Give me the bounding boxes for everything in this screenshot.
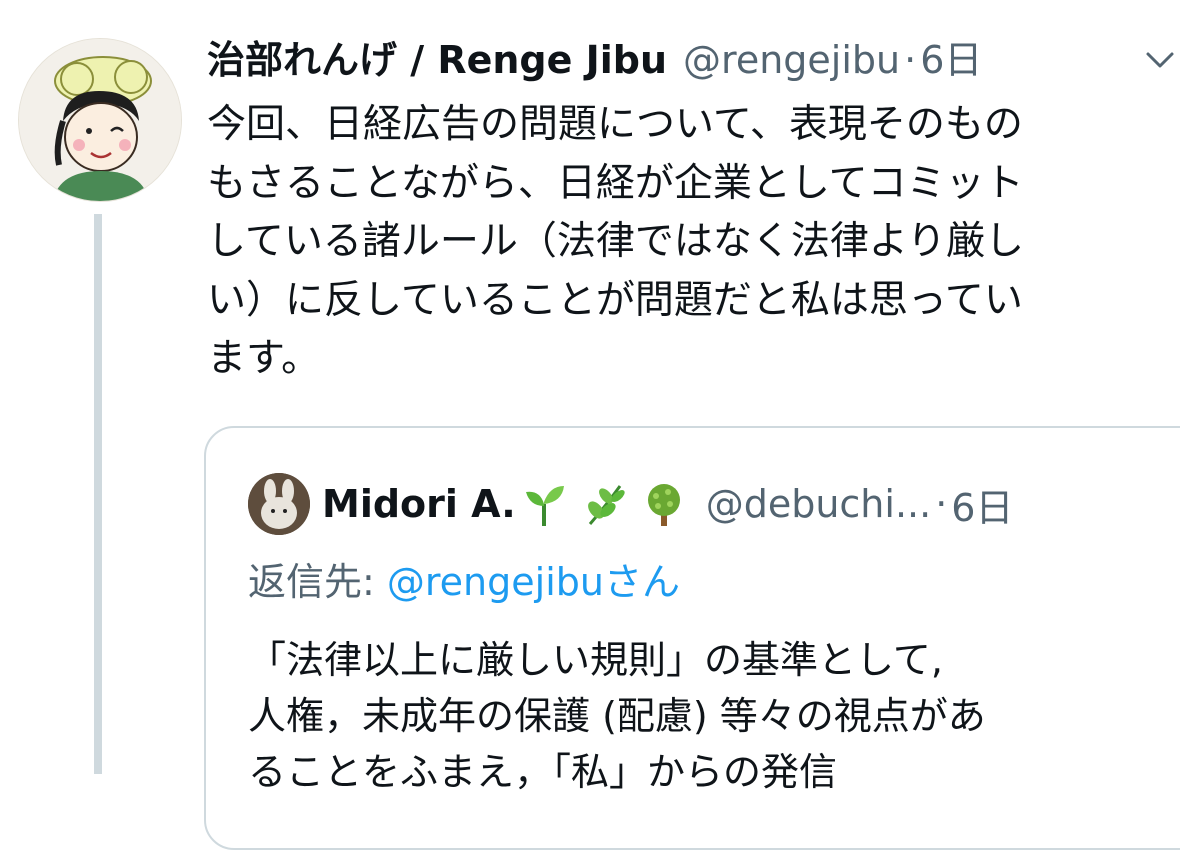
- avatar-drawing: [19, 39, 181, 201]
- tweet-text-line: ます。: [207, 336, 321, 381]
- more-options-icon[interactable]: [1140, 40, 1180, 80]
- tweet-text-line: 今回、日経広告の問題について、表現そのもの: [207, 102, 1023, 147]
- quoted-header-separator: ·: [935, 482, 948, 526]
- herb-icon: [587, 485, 625, 525]
- reply-mention-link[interactable]: @rengejibu: [387, 560, 604, 604]
- quoted-text-line: 「法律以上に厳しい規則」の基準として,: [248, 638, 943, 682]
- thread-connector-line: [94, 214, 102, 774]
- quoted-tweet-header: Midori A. @debuchi... · 6日: [322, 474, 1013, 534]
- tweet-text-line: している諸ルール（法律ではなく法律より厳し: [207, 219, 1025, 264]
- tweet-body: 今回、日経広告の問題について、表現そのもの もさることながら、日経が企業としてコ…: [207, 96, 1167, 389]
- author-display-name[interactable]: 治部れんげ / Renge Jibu: [207, 32, 667, 88]
- tweet-header: 治部れんげ / Renge Jibu @rengejibu · 6日: [207, 32, 982, 88]
- seedling-icon: [525, 486, 564, 526]
- author-handle[interactable]: @rengejibu: [683, 32, 900, 88]
- quoted-tweet-card[interactable]: Midori A. @debuchi... · 6日 返信先: @rengeji…: [204, 426, 1180, 850]
- quoted-author-display-name[interactable]: Midori A.: [322, 482, 516, 526]
- quoted-avatar-photo: [248, 473, 310, 535]
- quoted-author-handle[interactable]: @debuchi...: [706, 482, 931, 526]
- reply-prefix: 返信先:: [248, 560, 387, 604]
- quoted-tweet-body: 「法律以上に厳しい規則」の基準として, 人権，未成年の保護 (配慮) 等々の視点…: [248, 632, 1148, 800]
- quoted-author-avatar[interactable]: [248, 473, 310, 535]
- author-avatar[interactable]: [18, 38, 182, 202]
- header-separator: ·: [904, 38, 917, 82]
- reply-context: 返信先: @rengejibuさん: [248, 554, 680, 610]
- tweet-text-line: い）に反していることが問題だと私は思ってい: [207, 277, 1023, 323]
- tweet-timestamp[interactable]: 6日: [920, 32, 982, 88]
- reply-suffix: さん: [603, 560, 680, 604]
- tree-icon: [647, 484, 680, 526]
- quoted-text-line: 人権，未成年の保護 (配慮) 等々の視点があ: [248, 694, 986, 738]
- quoted-tweet-timestamp[interactable]: 6日: [951, 477, 1013, 532]
- quoted-text-line: ることをふまえ，「私」からの発信: [248, 750, 838, 794]
- tweet-text-line: もさることながら、日経が企業としてコミット: [207, 160, 1024, 206]
